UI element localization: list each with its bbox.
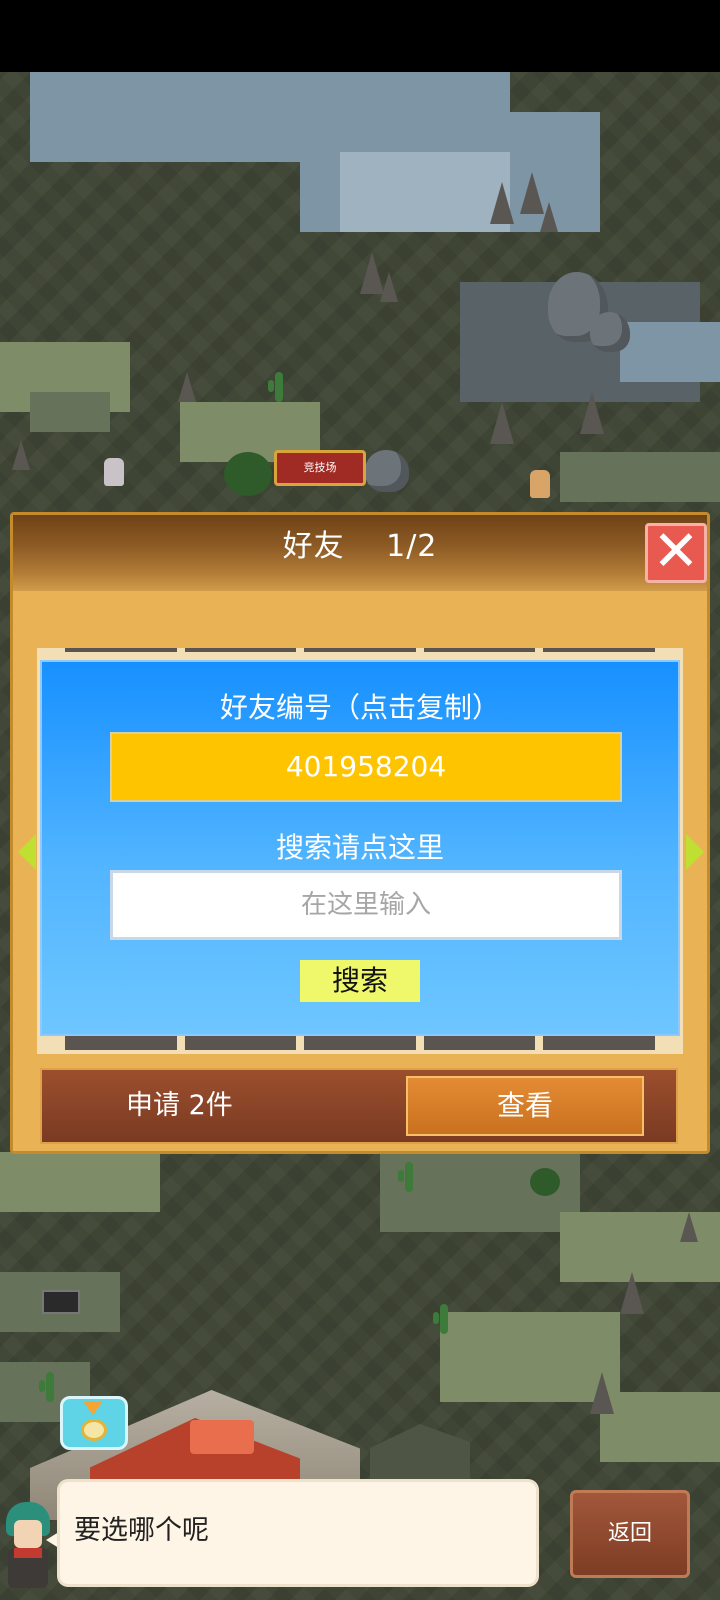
friend-card: 好友编号（点击复制） 401958204 搜索请点这里 搜索	[40, 660, 680, 1036]
rock-spire	[490, 402, 514, 444]
grass-patch	[30, 392, 110, 432]
cactus	[268, 372, 283, 402]
friend-id-copy-button[interactable]: 401958204	[110, 732, 622, 802]
friend-requests-bar: 申请 2件 查看	[40, 1068, 678, 1144]
rock-spire	[12, 440, 30, 470]
dialog-title: 好友 1/2	[282, 529, 438, 564]
friend-id-label: 好友编号（点击复制）	[219, 691, 500, 724]
cactus	[398, 1162, 413, 1192]
bush	[530, 1168, 560, 1196]
cactus	[433, 1304, 448, 1334]
status-bar	[0, 0, 720, 72]
boulder	[590, 312, 630, 352]
close-icon: ✕	[652, 519, 700, 584]
search-input[interactable]	[110, 870, 622, 940]
ring-icon	[81, 1419, 107, 1441]
arena-sign[interactable]: 竞技场	[274, 450, 366, 486]
rock-spire	[680, 1212, 698, 1242]
grass-patch	[0, 1152, 160, 1212]
cactus	[39, 1372, 54, 1402]
grass-patch	[560, 452, 720, 502]
rock-spire	[590, 1372, 614, 1414]
down-arrow-icon	[83, 1401, 103, 1415]
rock-spire	[580, 392, 604, 434]
bed	[190, 1420, 254, 1454]
bush	[224, 452, 272, 496]
build-marker-icon[interactable]	[60, 1396, 128, 1450]
rock-spire	[620, 1272, 644, 1314]
slot-bar-top	[37, 648, 683, 652]
back-button[interactable]: 返回	[570, 1490, 690, 1578]
rock-spire	[490, 182, 514, 224]
villager-sprite[interactable]	[104, 458, 124, 486]
rock-spire	[380, 272, 398, 302]
search-button[interactable]: 搜索	[300, 960, 420, 1002]
right-arrow-icon[interactable]	[686, 834, 704, 870]
water-area	[620, 322, 720, 382]
rock-spire	[540, 202, 558, 232]
requests-count: 申请 2件	[126, 1090, 233, 1121]
rock-spire	[178, 372, 196, 402]
water-area	[340, 152, 510, 232]
speech-bubble: 要选哪个呢	[60, 1482, 536, 1584]
close-button[interactable]: ✕	[645, 523, 707, 583]
left-arrow-icon[interactable]	[18, 834, 36, 870]
treasure-chest[interactable]	[42, 1290, 80, 1314]
dialog-header: 好友 1/2	[13, 515, 707, 591]
boulder	[365, 450, 409, 492]
search-label: 搜索请点这里	[275, 831, 444, 864]
water-area	[40, 72, 200, 112]
grass-patch	[600, 1392, 720, 1462]
slot-bar-bottom	[37, 1036, 683, 1050]
view-requests-button[interactable]: 查看	[406, 1076, 644, 1136]
speech-text: 要选哪个呢	[74, 1515, 209, 1546]
villager-sprite[interactable]	[530, 470, 550, 498]
